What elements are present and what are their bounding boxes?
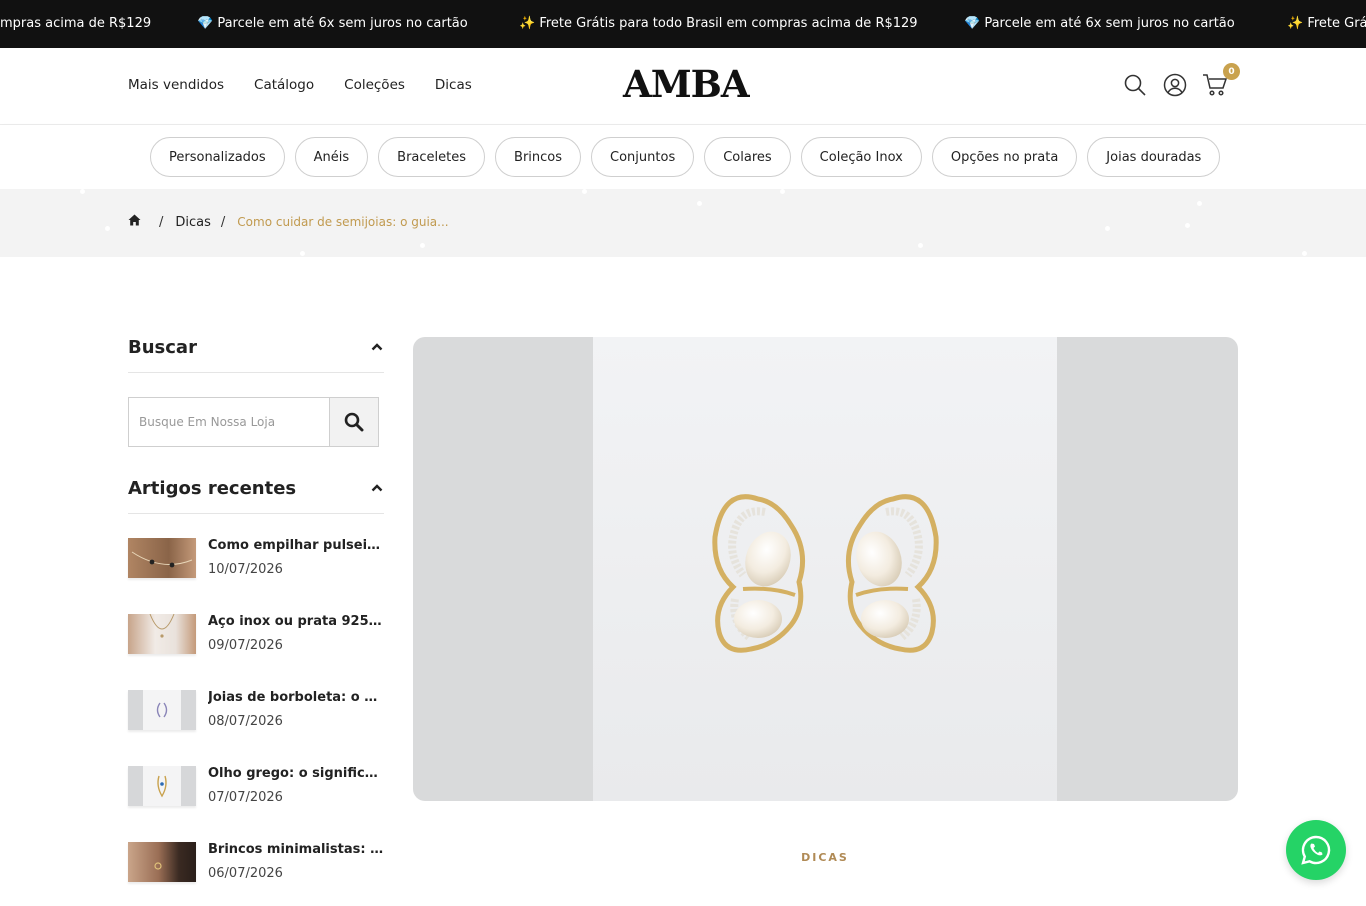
sidebar: Buscar Artigos recentes Como empilhar pu… [128, 330, 384, 906]
list-item[interactable]: Brincos minimalistas: c... 06/07/2026 [128, 830, 384, 906]
site-header: Mais vendidos Catálogo Coleções Dicas AM… [0, 48, 1366, 125]
list-item[interactable]: Olho grego: o significado... 07/07/2026 [128, 754, 384, 830]
earrings-image [712, 494, 939, 653]
category-conjuntos[interactable]: Conjuntos [591, 137, 695, 177]
article-thumbnail[interactable] [128, 538, 196, 578]
article-date: 06/07/2026 [208, 866, 283, 881]
breadcrumb-separator: / [159, 214, 164, 230]
decor-dot [697, 201, 702, 206]
decor-dot [80, 189, 85, 194]
decor-dot [1302, 251, 1307, 256]
category-joias-douradas[interactable]: Joias douradas [1087, 137, 1221, 177]
category-colares[interactable]: Colares [704, 137, 791, 177]
category-colecao-inox[interactable]: Coleção Inox [800, 137, 922, 177]
announcement-message: ✨ Frete Grátis para todo Brasil em compr… [519, 16, 918, 31]
article-date: 07/07/2026 [208, 790, 283, 805]
announcement-message: mpras acima de R$129 [0, 16, 152, 31]
search-section-header[interactable]: Buscar [128, 330, 384, 373]
announcement-bar: mpras acima de R$129 💎 Parcele em até 6x… [0, 0, 1366, 48]
nav-colecoes[interactable]: Coleções [344, 77, 405, 93]
announcement-message: ✨ Frete Grá [1287, 16, 1366, 31]
whatsapp-button[interactable] [1286, 820, 1346, 880]
whatsapp-icon [1301, 835, 1331, 865]
category-aneis[interactable]: Anéis [294, 137, 369, 177]
search-icon [344, 412, 364, 432]
search-form [128, 397, 379, 447]
chevron-up-icon[interactable] [370, 481, 384, 495]
article-title[interactable]: Olho grego: o significado... [208, 766, 384, 781]
post-category-tag[interactable]: DICAS [0, 851, 1366, 864]
decor-dot [1105, 226, 1110, 231]
search-section-title: Buscar [128, 336, 197, 358]
decor-dot [582, 189, 587, 194]
recent-articles-title: Artigos recentes [128, 477, 297, 499]
recent-articles-list: Como empilhar pulseiras... 10/07/2026 Aç… [128, 526, 384, 906]
search-input[interactable] [128, 397, 330, 447]
search-button[interactable] [329, 397, 379, 447]
decor-dot [1197, 201, 1202, 206]
category-braceletes[interactable]: Braceletes [378, 137, 486, 177]
search-icon[interactable] [1122, 72, 1148, 98]
article-thumbnail[interactable] [128, 766, 196, 806]
list-item[interactable]: Como empilhar pulseiras... 10/07/2026 [128, 526, 384, 602]
article-title[interactable]: Joias de borboleta: o sig... [208, 690, 384, 705]
article-thumbnail[interactable] [128, 614, 196, 654]
recent-articles-header[interactable]: Artigos recentes [128, 471, 384, 514]
category-bar: Personalizados Anéis Braceletes Brincos … [0, 125, 1366, 189]
decor-dot [780, 189, 785, 194]
category-opcoes-prata[interactable]: Opções no prata [931, 137, 1078, 177]
nav-dicas[interactable]: Dicas [435, 77, 472, 93]
announcement-message: 💎 Parcele em até 6x sem juros no cartão [197, 16, 468, 31]
decor-dot [1185, 223, 1190, 228]
breadcrumb: / Dicas / Como cuidar de semijoias: o gu… [128, 214, 449, 230]
article-date: 08/07/2026 [208, 714, 283, 729]
article-thumbnail[interactable] [128, 690, 196, 730]
list-item[interactable]: Joias de borboleta: o sig... 08/07/2026 [128, 678, 384, 754]
breadcrumb-current: Como cuidar de semijoias: o guia... [237, 215, 449, 229]
nav-catalogo[interactable]: Catálogo [254, 77, 314, 93]
right-earring [845, 494, 939, 653]
decor-dot [105, 226, 110, 231]
user-icon[interactable] [1162, 72, 1188, 98]
article-title[interactable]: Aço inox ou prata 925: q... [208, 614, 384, 629]
announcement-message: 💎 Parcele em até 6x sem juros no cartão [964, 16, 1235, 31]
site-logo[interactable]: AMBA [623, 62, 750, 106]
decor-dot [918, 243, 923, 248]
home-icon[interactable] [128, 214, 141, 230]
article-title[interactable]: Como empilhar pulseiras... [208, 538, 384, 553]
post-featured-image [413, 337, 1238, 801]
article-date: 10/07/2026 [208, 562, 283, 577]
list-item[interactable]: Aço inox ou prata 925: q... 09/07/2026 [128, 602, 384, 678]
cart-count-badge: 0 [1223, 63, 1240, 80]
decor-dot [420, 243, 425, 248]
breadcrumb-band: / Dicas / Como cuidar de semijoias: o gu… [0, 189, 1366, 257]
chevron-up-icon[interactable] [370, 340, 384, 354]
breadcrumb-dicas[interactable]: Dicas [175, 215, 211, 230]
category-personalizados[interactable]: Personalizados [150, 137, 285, 177]
decor-dot [300, 251, 305, 256]
cart-icon[interactable]: 0 [1202, 63, 1240, 98]
article-date: 09/07/2026 [208, 638, 283, 653]
left-earring [712, 494, 806, 653]
main-nav: Mais vendidos Catálogo Coleções Dicas [128, 77, 472, 93]
breadcrumb-separator: / [220, 214, 226, 230]
category-brincos[interactable]: Brincos [495, 137, 582, 177]
nav-mais-vendidos[interactable]: Mais vendidos [128, 77, 224, 93]
